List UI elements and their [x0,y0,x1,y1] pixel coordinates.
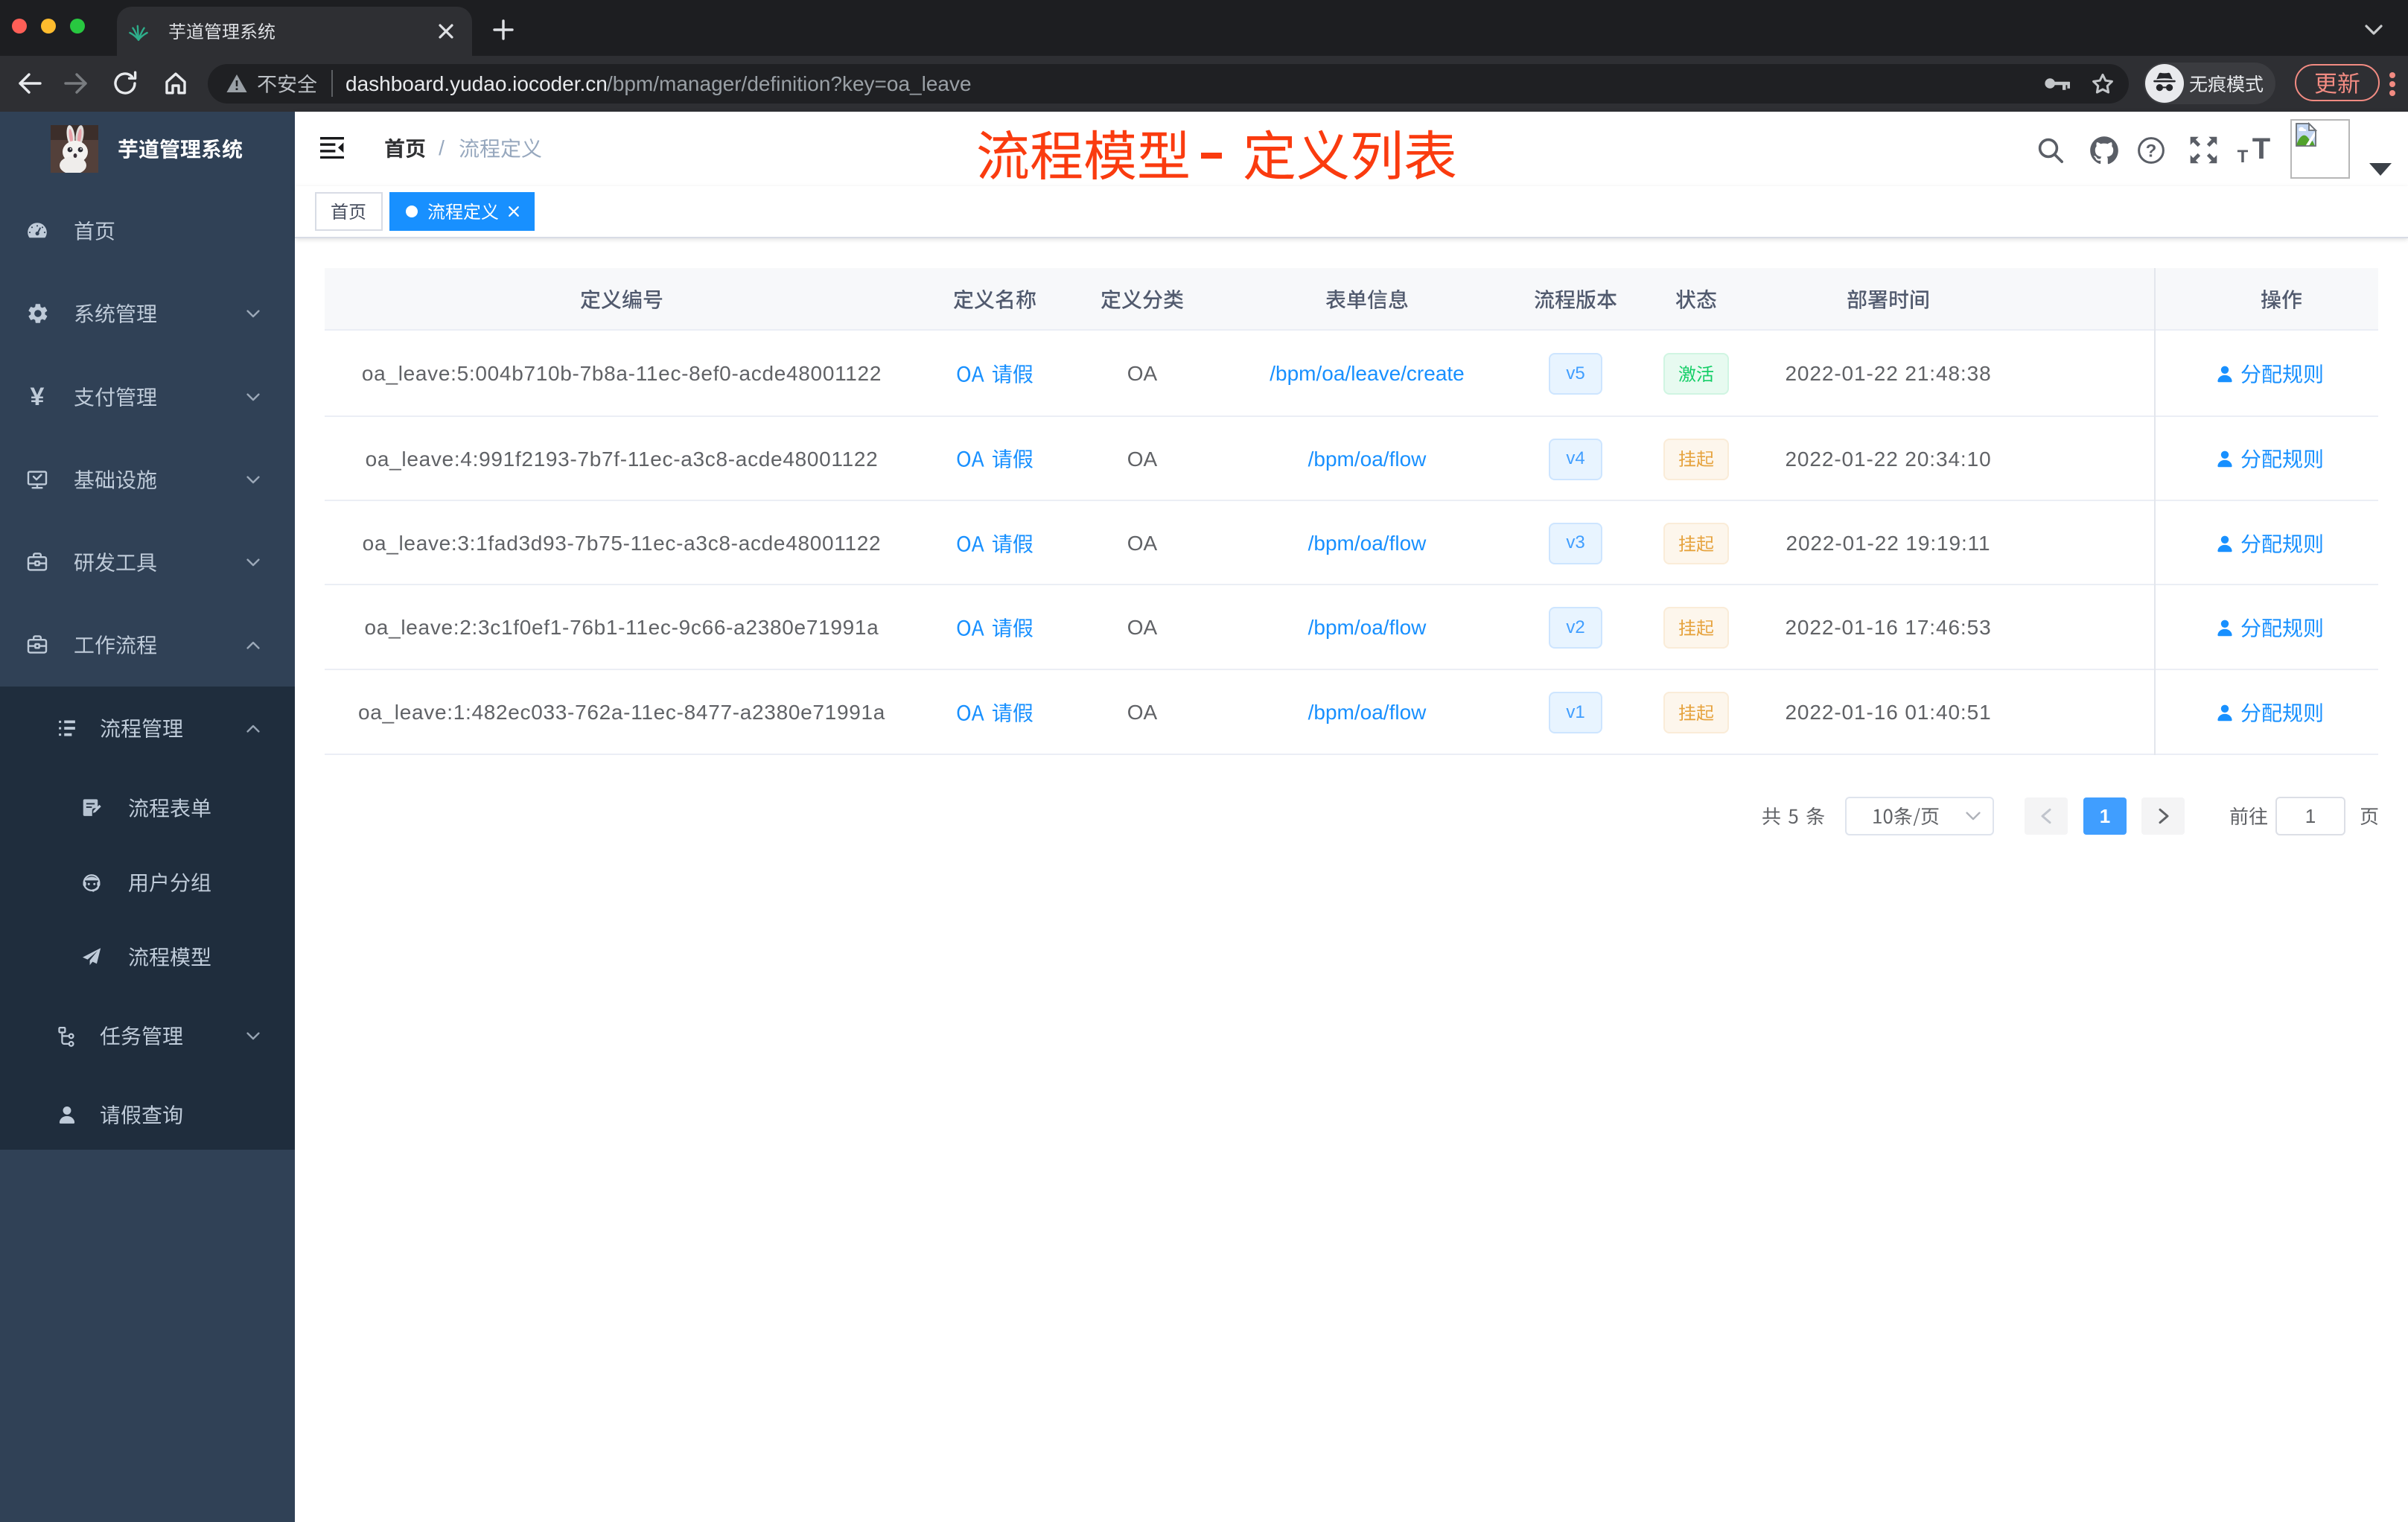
svg-text:?: ? [2146,141,2157,161]
